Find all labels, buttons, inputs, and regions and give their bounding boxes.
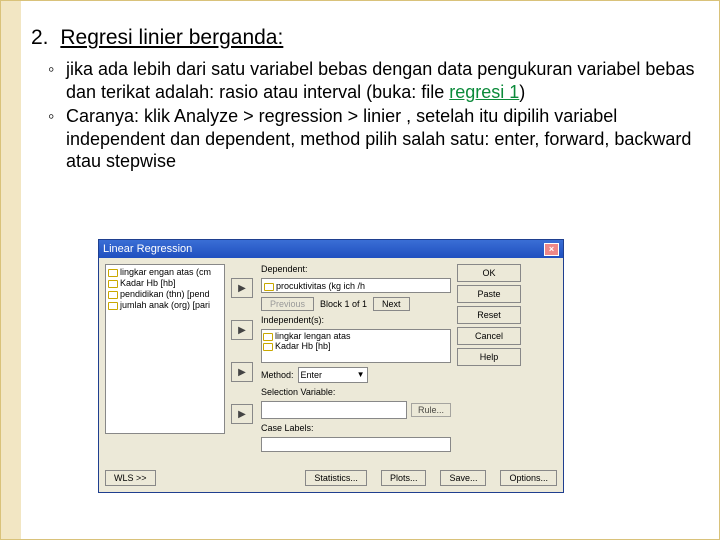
reset-button[interactable]: Reset [457, 306, 521, 324]
bullet-list: jika ada lebih dari satu variabel bebas … [66, 58, 699, 173]
decorative-stripe [1, 1, 21, 539]
method-select[interactable]: Enter ▼ [298, 367, 368, 383]
method-value: Enter [301, 370, 323, 380]
dialog-title: Linear Regression [103, 243, 192, 255]
list-item[interactable]: Kadar Hb [hb] [108, 278, 222, 288]
cancel-button[interactable]: Cancel [457, 327, 521, 345]
selection-variable-label: Selection Variable: [261, 387, 451, 397]
list-item[interactable]: lingkar lengan atas [263, 331, 449, 341]
selection-variable-field[interactable] [261, 401, 407, 419]
scale-icon [263, 331, 273, 341]
scale-icon [108, 278, 118, 288]
var-label: pendidikan (thn) [pend [120, 289, 210, 299]
save-button[interactable]: Save... [440, 470, 486, 486]
independent-list[interactable]: lingkar lengan atas Kadar Hb [hb] [261, 329, 451, 362]
statistics-button[interactable]: Statistics... [305, 470, 367, 486]
help-button[interactable]: Help [457, 348, 521, 366]
scale-icon [108, 289, 118, 299]
var-label: jumlah anak (org) [pari [120, 300, 210, 310]
wls-button[interactable]: WLS >> [105, 470, 156, 486]
dependent-label: Dependent: [261, 264, 451, 274]
heading-title: Regresi linier berganda: [60, 26, 283, 49]
paste-button[interactable]: Paste [457, 285, 521, 303]
bullet-text: Caranya: klik Analyze > regression > lin… [66, 106, 691, 171]
list-item[interactable]: Kadar Hb [hb] [263, 341, 449, 351]
move-to-dependent-button[interactable]: ▶ [231, 278, 253, 298]
block-text: Block 1 of 1 [320, 299, 367, 309]
move-to-caselabels-button[interactable]: ▶ [231, 404, 253, 424]
scale-icon [108, 267, 118, 277]
method-label: Method: [261, 370, 294, 380]
slide-content: 2. Regresi linier berganda: jika ada leb… [31, 26, 699, 175]
scale-icon [264, 281, 274, 291]
scale-icon [263, 341, 273, 351]
plots-button[interactable]: Plots... [381, 470, 427, 486]
var-label: lingkar lengan atas [275, 331, 351, 341]
var-label: Kadar Hb [hb] [275, 341, 331, 351]
bullet-item: Caranya: klik Analyze > regression > lin… [66, 105, 699, 173]
source-variable-list[interactable]: lingkar engan atas (cm Kadar Hb [hb] pen… [105, 264, 225, 434]
heading-number: 2. [31, 26, 49, 49]
next-button[interactable]: Next [373, 297, 410, 311]
case-labels-field[interactable] [261, 437, 451, 452]
titlebar[interactable]: Linear Regression × [99, 240, 563, 258]
var-label: lingkar engan atas (cm [120, 267, 211, 277]
dependent-field[interactable]: procuktivitas (kg ich /h [261, 278, 451, 293]
bullet-text: jika ada lebih dari satu variabel bebas … [66, 59, 694, 102]
rule-button[interactable]: Rule... [411, 403, 451, 417]
bullet-text: ) [519, 82, 525, 102]
heading: 2. Regresi linier berganda: [31, 26, 699, 50]
dep-value: procuktivitas (kg ich /h [276, 281, 365, 291]
previous-button[interactable]: Previous [261, 297, 314, 311]
independent-label: Independent(s): [261, 315, 451, 325]
options-button[interactable]: Options... [500, 470, 557, 486]
file-link[interactable]: regresi 1 [449, 82, 519, 102]
var-label: Kadar Hb [hb] [120, 278, 176, 288]
scale-icon [108, 300, 118, 310]
close-icon[interactable]: × [544, 243, 559, 256]
list-item[interactable]: jumlah anak (org) [pari [108, 300, 222, 310]
bullet-item: jika ada lebih dari satu variabel bebas … [66, 58, 699, 103]
move-to-independent-button[interactable]: ▶ [231, 320, 253, 340]
chevron-down-icon: ▼ [357, 370, 365, 379]
case-labels-label: Case Labels: [261, 423, 451, 433]
list-item[interactable]: lingkar engan atas (cm [108, 267, 222, 277]
linear-regression-dialog: Linear Regression × lingkar engan atas (… [98, 239, 564, 493]
ok-button[interactable]: OK [457, 264, 521, 282]
list-item[interactable]: pendidikan (thn) [pend [108, 289, 222, 299]
move-to-selection-button[interactable]: ▶ [231, 362, 253, 382]
